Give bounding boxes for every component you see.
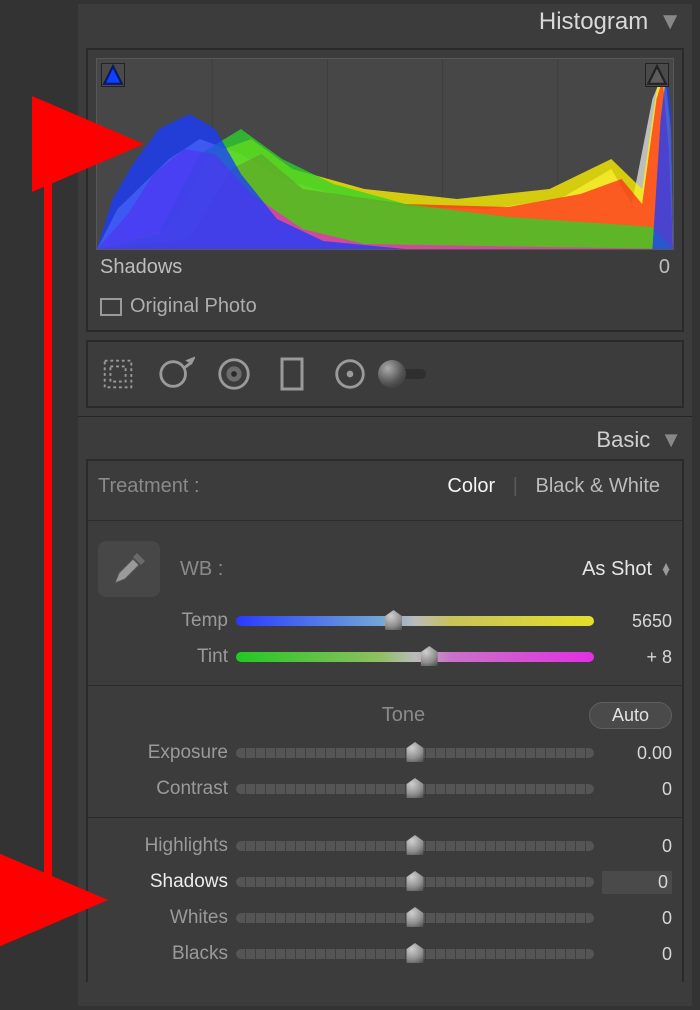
treatment-color[interactable]: Color <box>435 473 507 500</box>
temp-slider[interactable]: Temp 5650 <box>98 603 672 639</box>
blacks-label: Blacks <box>98 943 228 965</box>
tint-label: Tint <box>98 646 228 668</box>
adjustment-brush-tool[interactable] <box>384 350 432 398</box>
tone-label: Tone <box>218 704 589 727</box>
treatment-row: Treatment : Color | Black & White <box>98 467 672 510</box>
histogram-header[interactable]: Histogram ▼ <box>78 4 692 44</box>
whites-label: Whites <box>98 907 228 929</box>
brush-size-slider[interactable] <box>384 369 426 379</box>
wb-eyedropper-tool[interactable] <box>98 541 160 597</box>
exposure-slider[interactable]: Exposure 0.00 <box>98 735 672 771</box>
highlights-value[interactable]: 0 <box>602 836 672 857</box>
chevron-down-icon: ▼ <box>658 8 682 36</box>
exposure-value[interactable]: 0.00 <box>602 743 672 764</box>
brush-knob-icon <box>378 360 406 388</box>
temp-value[interactable]: 5650 <box>602 611 672 632</box>
histogram-readout-value: 0 <box>659 256 670 279</box>
highlights-label: Highlights <box>98 835 228 857</box>
redeye-tool[interactable] <box>210 350 258 398</box>
checkbox-icon <box>100 298 122 316</box>
histogram-title: Histogram <box>539 8 648 36</box>
histogram-svg <box>97 59 673 249</box>
histogram-readout: Shadows 0 <box>96 250 674 283</box>
basic-title: Basic <box>596 427 650 453</box>
wb-preset-dropdown[interactable]: As Shot <box>582 558 652 581</box>
chevron-down-icon: ▼ <box>660 427 682 453</box>
tint-slider[interactable]: Tint + 8 <box>98 639 672 675</box>
original-photo-toggle[interactable]: Original Photo <box>96 283 674 322</box>
contrast-label: Contrast <box>98 778 228 800</box>
highlight-clipping-toggle[interactable] <box>645 63 669 87</box>
treatment-bw[interactable]: Black & White <box>524 473 672 500</box>
histogram-box: Shadows 0 Original Photo <box>86 48 684 332</box>
updown-icon: ▲▼ <box>660 563 672 575</box>
basic-panel: Treatment : Color | Black & White WB : A… <box>86 459 684 982</box>
auto-tone-button[interactable]: Auto <box>589 702 672 729</box>
local-adjust-toolstrip <box>86 340 684 408</box>
blacks-slider[interactable]: Blacks 0 <box>98 936 672 972</box>
shadow-clipping-toggle[interactable] <box>101 63 125 87</box>
develop-side-panel: Histogram ▼ <box>78 4 692 1006</box>
radial-filter-tool[interactable] <box>326 350 374 398</box>
exposure-label: Exposure <box>98 742 228 764</box>
whitebalance-row: WB : As Shot ▲▼ <box>98 531 672 603</box>
histogram-display[interactable] <box>96 58 674 250</box>
tint-value[interactable]: + 8 <box>602 647 672 668</box>
shadows-value[interactable]: 0 <box>602 871 672 894</box>
temp-label: Temp <box>98 610 228 632</box>
spot-removal-tool[interactable] <box>152 350 200 398</box>
original-photo-label: Original Photo <box>130 295 257 318</box>
graduated-filter-tool[interactable] <box>268 350 316 398</box>
histogram-readout-label: Shadows <box>100 256 182 279</box>
highlights-slider[interactable]: Highlights 0 <box>98 828 672 864</box>
shadows-label: Shadows <box>98 871 228 893</box>
wb-label: WB : <box>180 558 223 581</box>
whites-value[interactable]: 0 <box>602 908 672 929</box>
whites-slider[interactable]: Whites 0 <box>98 900 672 936</box>
shadows-slider[interactable]: Shadows 0 <box>98 864 672 900</box>
basic-header[interactable]: Basic ▼ <box>78 416 692 459</box>
treatment-label: Treatment : <box>98 475 435 498</box>
tone-header: Tone Auto <box>98 696 672 735</box>
contrast-value[interactable]: 0 <box>602 779 672 800</box>
crop-tool[interactable] <box>94 350 142 398</box>
blacks-value[interactable]: 0 <box>602 944 672 965</box>
contrast-slider[interactable]: Contrast 0 <box>98 771 672 807</box>
